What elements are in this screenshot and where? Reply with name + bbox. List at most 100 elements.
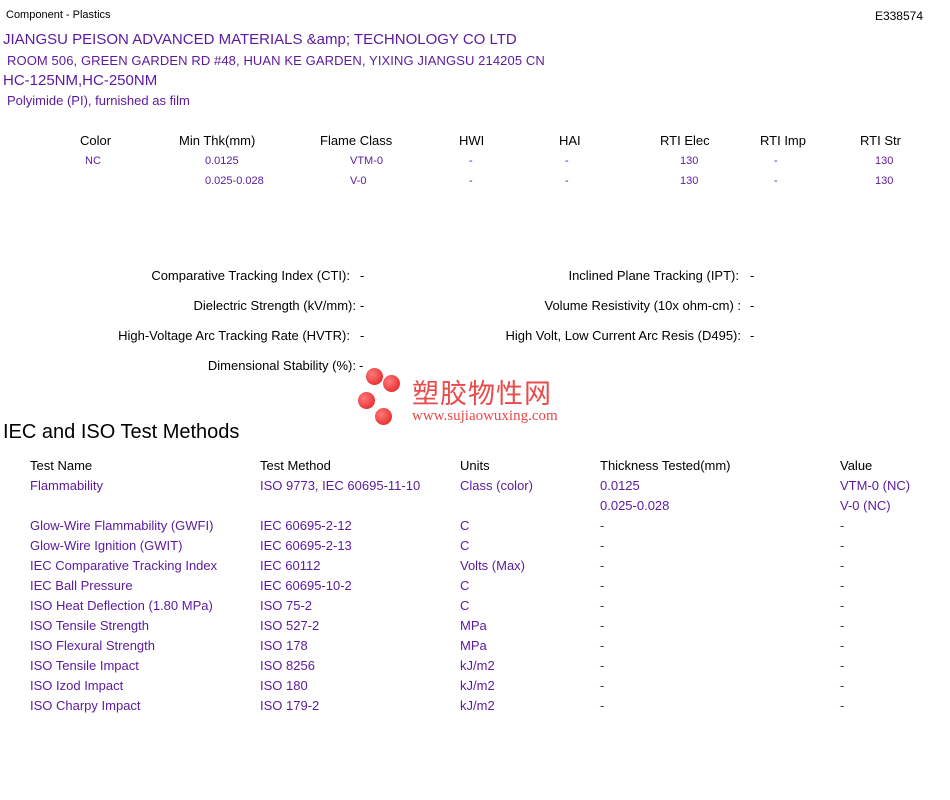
table-cell: 0.0125 (600, 478, 640, 493)
table-cell: - (840, 698, 845, 713)
table-cell: ISO 75-2 (260, 598, 313, 613)
product-names: HC-125NM,HC-250NM (3, 72, 158, 89)
table-cell: - (600, 698, 605, 713)
ratings-cell: - (565, 175, 569, 187)
property-value-cti: - (360, 268, 365, 283)
table-cell: - (600, 538, 605, 553)
table-cell: - (600, 518, 605, 533)
watermark-dot-icon (366, 368, 383, 385)
ratings-cell: NC (85, 155, 101, 167)
ratings-cell: 130 (680, 175, 699, 187)
table-cell: - (840, 658, 845, 673)
watermark-dot-icon (375, 408, 392, 425)
document-category: Component - Plastics (6, 9, 111, 21)
table-cell: - (600, 638, 605, 653)
table-cell: - (840, 678, 845, 693)
property-label-volume-resistivity: Volume Resistivity (10x ohm-cm) : (544, 298, 742, 313)
table-cell: ISO Charpy Impact (30, 698, 141, 713)
watermark-dot-icon (358, 392, 375, 409)
property-label-cti: Comparative Tracking Index (CTI): (151, 268, 350, 283)
ratings-cell: 130 (875, 175, 894, 187)
table-cell: - (840, 518, 845, 533)
table-cell: Glow-Wire Ignition (GWIT) (30, 538, 183, 553)
table-cell: V-0 (NC) (840, 498, 891, 513)
ratings-cell: - (565, 155, 569, 167)
ratings-header-hwi: HWI (459, 133, 485, 148)
ratings-cell: - (469, 175, 473, 187)
watermark-chinese-text: 塑胶物性网 (412, 379, 552, 410)
table-cell: Class (color) (460, 478, 533, 493)
ratings-cell: 130 (875, 155, 894, 167)
table-cell: C (460, 578, 470, 593)
iec-header-thickness: Thickness Tested(mm) (600, 458, 731, 473)
table-cell: ISO Heat Deflection (1.80 MPa) (30, 598, 213, 613)
ratings-header-rti-elec: RTI Elec (660, 133, 710, 148)
property-label-dimensional-stability: Dimensional Stability (%): (207, 358, 356, 373)
property-label-d495: High Volt, Low Current Arc Resis (D495): (505, 328, 741, 343)
ratings-header-min-thk: Min Thk(mm) (179, 133, 256, 148)
ratings-cell: - (774, 175, 778, 187)
table-cell: 0.025-0.028 (600, 498, 670, 513)
ratings-header-rti-imp: RTI Imp (760, 133, 806, 148)
table-cell: IEC 60695-10-2 (260, 578, 352, 593)
table-cell: C (460, 598, 470, 613)
table-cell: kJ/m2 (460, 678, 495, 693)
table-cell: Volts (Max) (460, 558, 526, 573)
property-label-hvtr: High-Voltage Arc Tracking Rate (HVTR): (118, 328, 350, 343)
table-cell: - (840, 538, 845, 553)
iec-header-units: Units (460, 458, 490, 473)
property-label-dielectric-strength: Dielectric Strength (kV/mm): (193, 298, 356, 313)
file-number: E338574 (874, 9, 923, 23)
company-address: ROOM 506, GREEN GARDEN RD #48, HUAN KE G… (7, 53, 545, 68)
ratings-cell: VTM-0 (350, 155, 383, 167)
ratings-header-hai: HAI (559, 133, 581, 148)
watermark-url: www.sujiaowuxing.com (412, 408, 558, 424)
table-cell: MPa (460, 618, 487, 633)
table-cell: ISO 9773, IEC 60695-11-10 (260, 478, 421, 493)
section-title-iec-iso: IEC and ISO Test Methods (3, 421, 240, 443)
table-cell: C (460, 538, 470, 553)
table-cell: - (600, 618, 605, 633)
table-cell: - (600, 578, 605, 593)
table-cell: - (840, 638, 845, 653)
table-cell: - (600, 658, 605, 673)
table-cell: IEC 60695-2-13 (260, 538, 352, 553)
table-cell: ISO Tensile Impact (30, 658, 139, 673)
table-cell: IEC Comparative Tracking Index (30, 558, 218, 573)
property-value-dielectric-strength: - (360, 298, 365, 313)
ratings-cell: 130 (680, 155, 699, 167)
table-cell: IEC 60112 (260, 558, 321, 573)
watermark-logo: 塑胶物性网 www.sujiaowuxing.com (356, 366, 596, 430)
material-description: Polyimide (PI), furnished as film (7, 93, 190, 108)
table-cell: MPa (460, 638, 487, 653)
table-cell: - (600, 678, 605, 693)
company-name: JIANGSU PEISON ADVANCED MATERIALS &amp; … (3, 31, 517, 48)
table-cell: - (840, 598, 845, 613)
table-cell: - (840, 618, 845, 633)
table-cell: ISO 8256 (260, 658, 315, 673)
table-cell: IEC 60695-2-12 (260, 518, 352, 533)
ratings-header-color: Color (80, 133, 112, 148)
table-cell: ISO 178 (260, 638, 308, 653)
iec-header-test-name: Test Name (30, 458, 93, 473)
property-value-volume-resistivity: - (750, 298, 755, 313)
property-value-hvtr: - (360, 328, 365, 343)
iec-header-test-method: Test Method (260, 458, 331, 473)
table-cell: kJ/m2 (460, 658, 495, 673)
table-cell: ISO 180 (260, 678, 308, 693)
table-cell: - (600, 598, 605, 613)
table-cell: ISO 527-2 (260, 618, 320, 633)
table-cell: - (600, 558, 605, 573)
table-cell: ISO Izod Impact (30, 678, 124, 693)
ratings-cell: - (469, 155, 473, 167)
table-cell: ISO Tensile Strength (30, 618, 149, 633)
table-cell: ISO 179-2 (260, 698, 320, 713)
table-cell: VTM-0 (NC) (840, 478, 911, 493)
table-cell: C (460, 518, 470, 533)
table-cell: IEC Ball Pressure (30, 578, 133, 593)
property-value-ipt: - (750, 268, 755, 283)
property-value-d495: - (750, 328, 755, 343)
ratings-cell: - (774, 155, 778, 167)
iec-header-value: Value (840, 458, 873, 473)
property-label-ipt: Inclined Plane Tracking (IPT): (568, 268, 739, 283)
